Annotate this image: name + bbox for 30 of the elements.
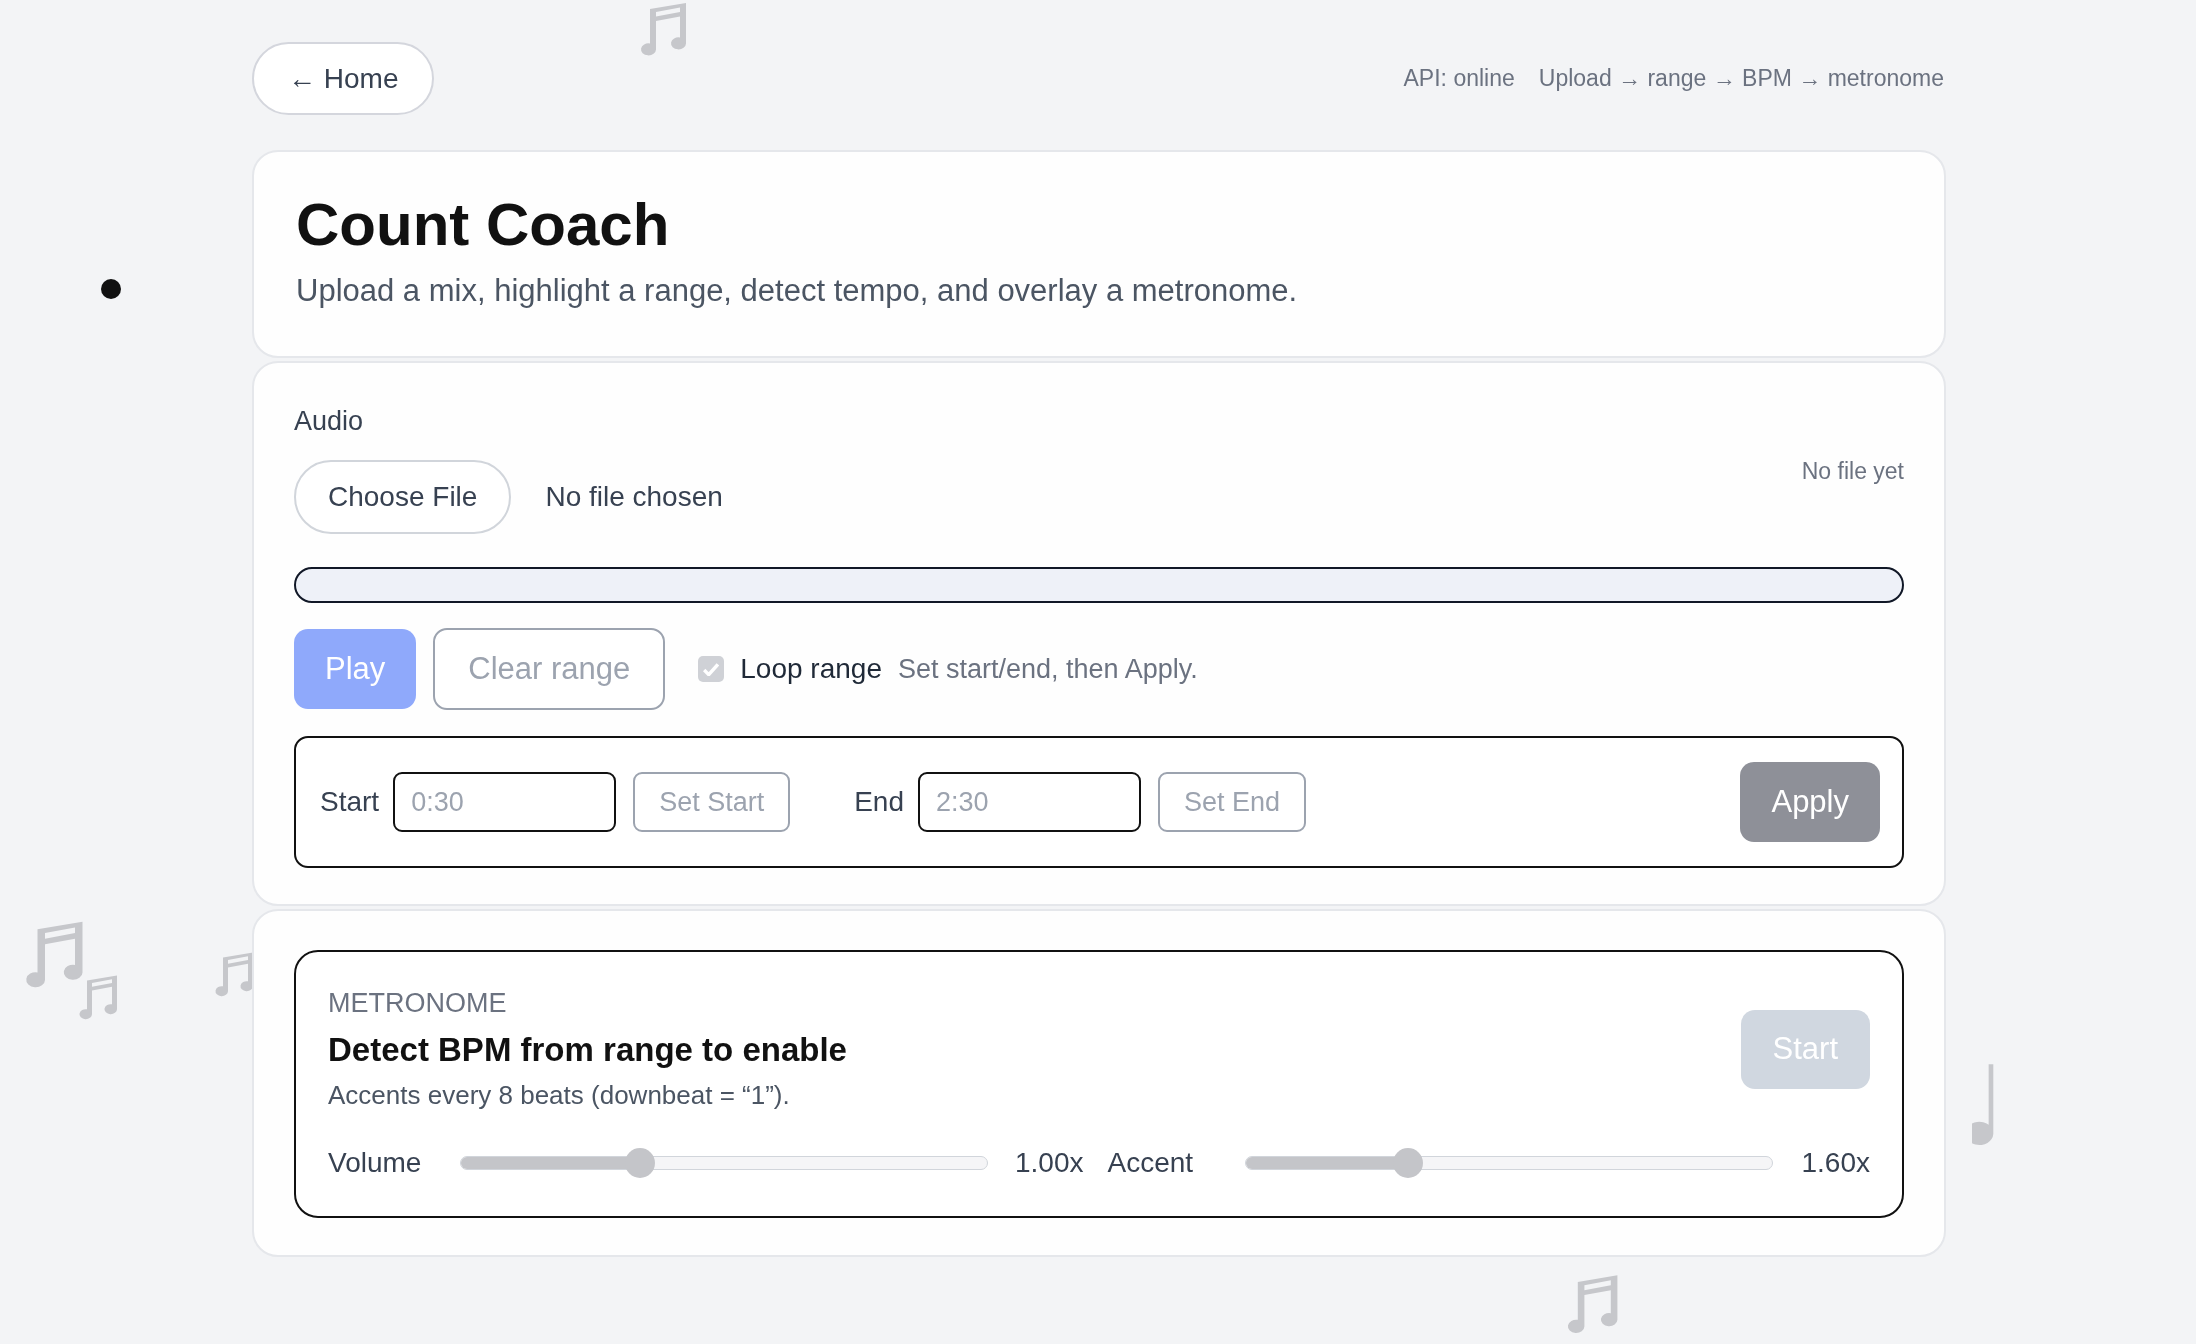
- slider-thumb[interactable]: [624, 1147, 655, 1178]
- loop-range-label: Loop range: [740, 652, 882, 687]
- metronome-title: Detect BPM from range to enable: [328, 1030, 847, 1071]
- section-heading: METRONOME: [328, 987, 508, 1020]
- choose-file-button[interactable]: Choose File: [294, 460, 512, 535]
- start-label: Start: [320, 785, 380, 820]
- file-name-text: No file chosen: [545, 480, 723, 515]
- accent-note: Accents every 8 beats (downbeat = “1”).: [328, 1079, 791, 1113]
- file-status-text: No file yet: [1801, 457, 1904, 487]
- status-text: Upload → range → BPM → metronome: [1538, 64, 1944, 94]
- page-subtitle: Upload a mix, highlight a range, detect tempo, and overlay a metronome.: [296, 272, 1299, 310]
- slider-reading: 1.60x: [1801, 1145, 1870, 1180]
- home-button[interactable]: ← Home: [252, 42, 435, 115]
- slider-reading: 1.00x: [1015, 1145, 1084, 1180]
- status-text: API: online: [1403, 64, 1515, 94]
- start-input-field[interactable]: 0:30: [393, 772, 617, 833]
- check-icon: [703, 662, 720, 676]
- slider[interactable]: [460, 1147, 988, 1178]
- set-start-button[interactable]: Set Start: [633, 772, 791, 833]
- hint-text: Set start/end, then Apply.: [898, 653, 1198, 687]
- end-input-field[interactable]: 2:30: [918, 772, 1141, 833]
- music-note-icon: [1972, 1062, 1996, 1148]
- slider-thumb[interactable]: [1393, 1147, 1424, 1178]
- slider-label: Volume: [328, 1145, 423, 1180]
- audio-label: Audio: [294, 405, 365, 438]
- page-title: Count Coach: [296, 192, 671, 258]
- slider-label: Accent: [1107, 1145, 1195, 1180]
- end-label: End: [854, 785, 904, 820]
- slider[interactable]: [1244, 1147, 1773, 1178]
- set-end-button[interactable]: Set End: [1158, 772, 1307, 833]
